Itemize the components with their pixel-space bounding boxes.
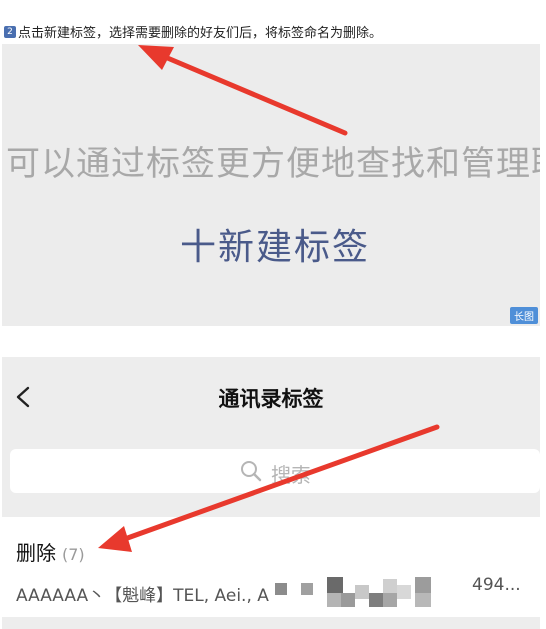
screenshot-new-tag-panel: 可以通过标签更方便地查找和管理联系 十新建标签 长图 (2, 44, 540, 326)
step-text: 点击新建标签，选择需要删除的好友们后，将标签命名为删除。 (18, 26, 383, 41)
tag-members-text: AAAAAA丶【魁峰】TEL, Aei., A (16, 585, 269, 606)
redacted-mosaic (269, 575, 455, 611)
tag-tip-text: 可以通过标签更方便地查找和管理联系 (6, 144, 540, 184)
search-input[interactable]: 搜索 (10, 449, 540, 493)
search-icon (239, 459, 263, 488)
tag-members-tail: 494... (472, 575, 521, 595)
tag-name: 删除 (16, 541, 56, 565)
tag-members-preview: AAAAAA丶【魁峰】TEL, Aei., A (16, 575, 455, 611)
long-image-badge: 长图 (510, 307, 538, 324)
new-tag-button[interactable]: 十新建标签 (180, 218, 370, 270)
tag-member-count: (7) (62, 545, 85, 564)
step-number-badge: 2 (4, 25, 16, 38)
search-placeholder: 搜索 (271, 463, 311, 487)
screenshot-contact-tags-panel: 通讯录标签 搜索 删除 (7) AAAAAA丶【魁峰】TEL, Aei., A (2, 357, 540, 629)
tag-list-item[interactable]: 删除 (7) AAAAAA丶【魁峰】TEL, Aei., A 494... (2, 517, 540, 617)
step-instruction: 2 点击新建标签，选择需要删除的好友们后，将标签命名为删除。 (4, 22, 382, 41)
page-title: 通讯录标签 (218, 387, 324, 411)
